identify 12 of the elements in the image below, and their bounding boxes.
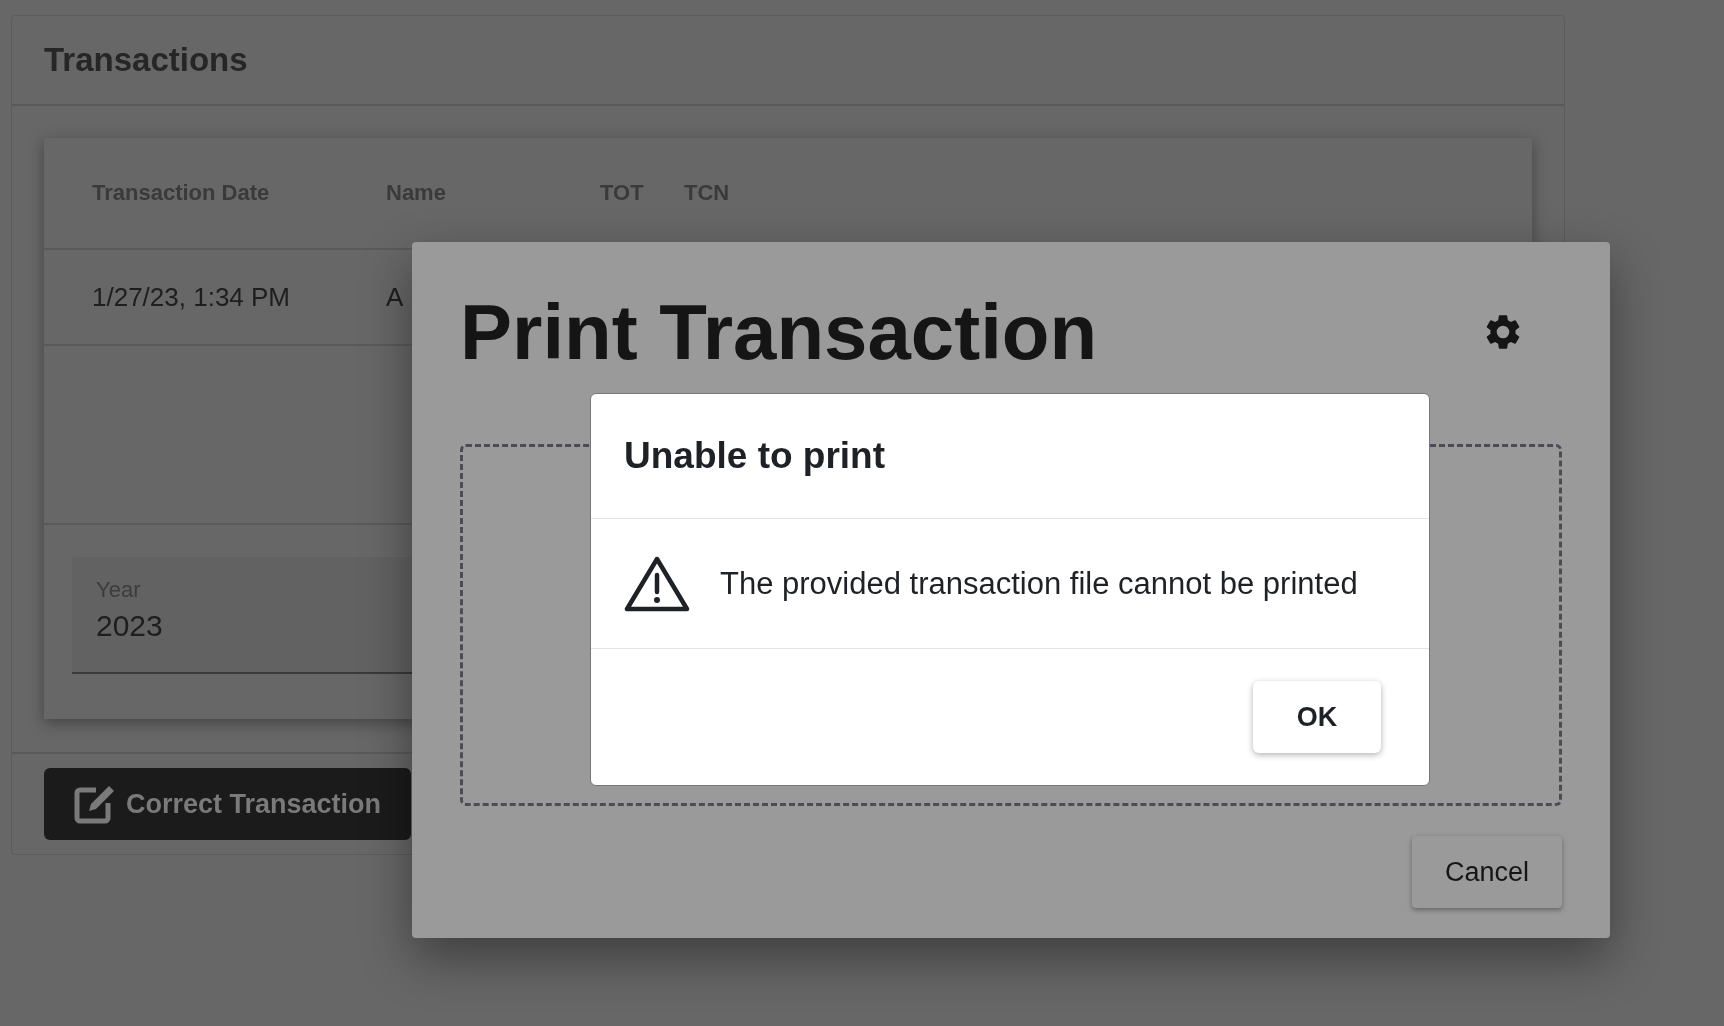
table-cell-text: A bbox=[386, 281, 405, 313]
ok-button[interactable]: OK bbox=[1253, 681, 1381, 753]
field-value: 2023 bbox=[96, 609, 164, 643]
correct-transaction-button[interactable]: Correct Transaction bbox=[44, 768, 412, 840]
alert-title: Unable to print bbox=[624, 435, 886, 477]
dialog-title: Print Transaction bbox=[460, 286, 1098, 378]
edit-icon bbox=[74, 784, 116, 824]
warning-icon bbox=[624, 554, 690, 613]
table-cell-text: 1/27/23, 1:34 PM bbox=[92, 281, 292, 313]
page-title: Transactions bbox=[44, 41, 248, 79]
cancel-button[interactable]: Cancel bbox=[1412, 836, 1562, 908]
alert-message: The provided transaction file cannot be printed bbox=[720, 565, 1358, 602]
